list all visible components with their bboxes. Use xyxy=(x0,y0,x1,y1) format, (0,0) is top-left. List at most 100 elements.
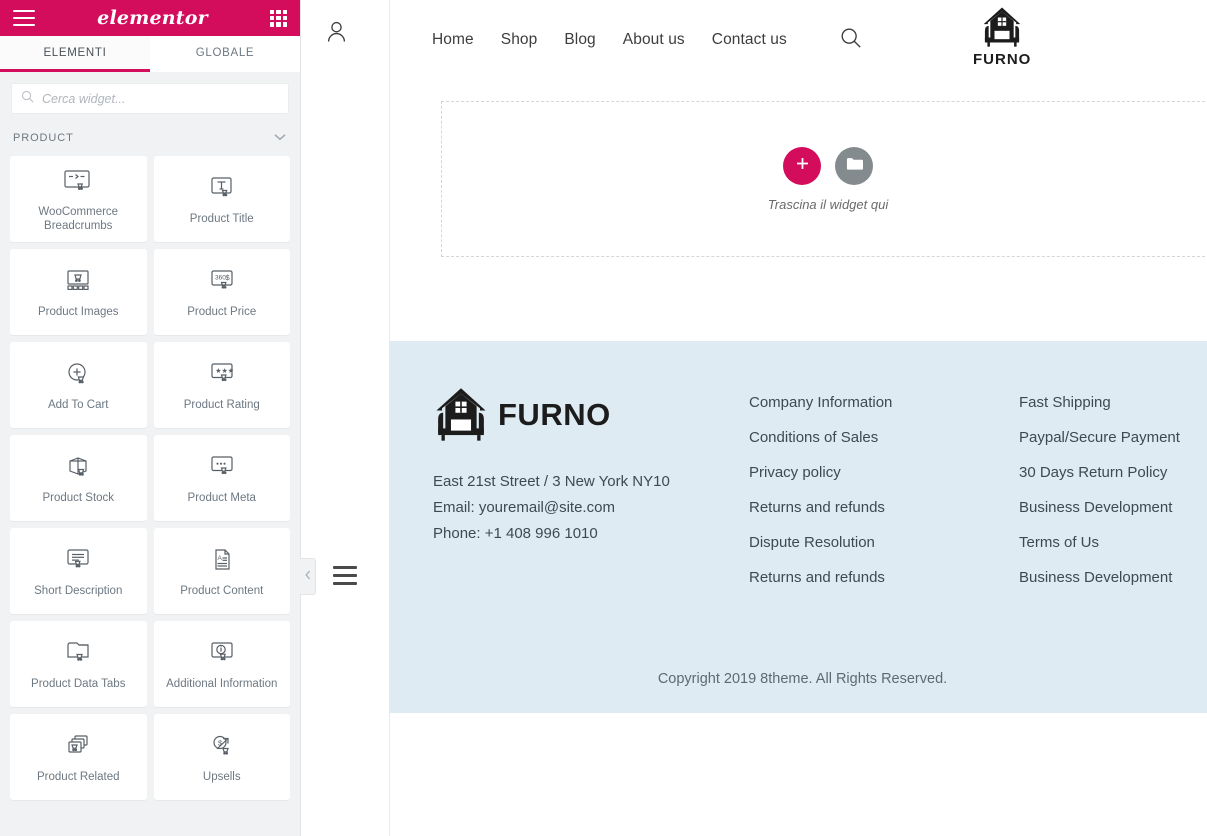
widget-label: Product Rating xyxy=(183,398,260,411)
widget-card-woocommerce-breadcrumbs[interactable]: WooCommerce Breadcrumbs xyxy=(10,156,147,242)
widget-label: Product Data Tabs xyxy=(31,677,126,690)
footer-logo[interactable]: FURNO xyxy=(433,386,749,444)
widget-label: Product Related xyxy=(37,770,120,783)
footer-address: East 21st Street / 3 New York NY10 xyxy=(433,473,670,490)
site-header: Home Shop Blog About us Contact us FURNO xyxy=(390,0,1207,80)
widget-card-add-to-cart[interactable]: Add To Cart xyxy=(10,342,147,428)
widget-card-product-price[interactable]: 360 $ Product Price xyxy=(153,249,290,335)
chevron-down-icon xyxy=(274,132,286,144)
search-input[interactable] xyxy=(42,91,279,106)
widget-label: Upsells xyxy=(202,770,241,783)
widget-card-product-content[interactable]: A Product Content xyxy=(153,528,290,614)
footer-copyright: Copyright 2019 8theme. All Rights Reserv… xyxy=(657,671,948,687)
related-widget-icon xyxy=(62,730,94,764)
dropzone-buttons xyxy=(783,146,873,185)
widget-card-product-data-tabs[interactable]: Product Data Tabs xyxy=(10,621,147,707)
preview-structure-hamburger-icon[interactable] xyxy=(333,566,357,585)
tab-elementi[interactable]: ELEMENTI xyxy=(0,36,150,72)
category-label: PRODUCT xyxy=(13,132,74,144)
footer-logo-text: FURNO xyxy=(498,397,611,432)
footer-link[interactable]: 30 Days Return Policy xyxy=(1019,456,1180,491)
footer-columns: FURNO East 21st Street / 3 New York NY10… xyxy=(433,386,1180,596)
widget-card-short-description[interactable]: Short Description xyxy=(10,528,147,614)
plus-icon xyxy=(795,156,810,176)
footer-link[interactable]: Privacy policy xyxy=(749,456,1019,491)
short-description-widget-icon xyxy=(62,544,94,578)
footer-link[interactable]: Fast Shipping xyxy=(1019,386,1180,421)
widget-grid: WooCommerce Breadcrumbs Product Title Pr… xyxy=(0,153,300,836)
footer-brand-column: FURNO East 21st Street / 3 New York NY10… xyxy=(433,386,749,596)
widget-card-product-meta[interactable]: Product Meta xyxy=(153,435,290,521)
search-icon[interactable] xyxy=(840,27,862,54)
widget-label: WooCommerce Breadcrumbs xyxy=(38,205,119,232)
widget-card-product-images[interactable]: Product Images xyxy=(10,249,147,335)
footer-link[interactable]: Terms of Us xyxy=(1019,526,1180,561)
images-widget-icon xyxy=(62,265,94,299)
footer-link[interactable]: Business Development xyxy=(1019,491,1180,526)
search-area xyxy=(0,72,300,123)
apps-grid-icon[interactable] xyxy=(269,9,287,27)
preview-content: Home Shop Blog About us Contact us FURNO… xyxy=(390,0,1207,836)
template-library-button[interactable] xyxy=(835,146,873,185)
folder-icon xyxy=(846,156,863,176)
add-section-button[interactable] xyxy=(783,146,821,185)
nav-link-home[interactable]: Home xyxy=(432,31,474,49)
widget-label: Product Content xyxy=(180,584,264,597)
panel-collapse-handle[interactable] xyxy=(300,558,316,595)
widget-card-upsells[interactable]: $ Upsells xyxy=(153,714,290,800)
elementor-editor: elementor ELEMENTI GLOBALE PRODUCT xyxy=(0,0,1207,836)
footer-link[interactable]: Company Information xyxy=(749,386,1019,421)
nav-link-shop[interactable]: Shop xyxy=(501,31,538,49)
widget-label: Product Title xyxy=(189,212,254,225)
widget-card-product-rating[interactable]: ★★★ Product Rating xyxy=(153,342,290,428)
footer-email: Email: youremail@site.com xyxy=(433,498,615,516)
svg-text:★★★: ★★★ xyxy=(215,367,234,375)
site-logo[interactable]: FURNO xyxy=(973,5,1031,68)
category-header-product[interactable]: PRODUCT xyxy=(0,123,300,153)
widget-label: Additional Information xyxy=(166,677,278,690)
search-box[interactable] xyxy=(11,83,289,114)
site-nav: Home Shop Blog About us Contact us xyxy=(432,27,862,54)
widget-label: Product Images xyxy=(37,305,119,318)
upsells-widget-icon: $ xyxy=(206,730,238,764)
widget-label: Product Price xyxy=(187,305,257,318)
footer-link[interactable]: Paypal/Secure Payment xyxy=(1019,421,1180,456)
widget-card-product-stock[interactable]: Product Stock xyxy=(10,435,147,521)
elementor-logo: elementor xyxy=(97,7,208,29)
chevron-left-icon xyxy=(304,570,311,583)
tab-globale[interactable]: GLOBALE xyxy=(150,36,300,72)
widget-dropzone[interactable]: Trascina il widget qui xyxy=(441,101,1207,257)
price-widget-icon: 360 $ xyxy=(206,265,238,299)
widget-card-product-related[interactable]: Product Related xyxy=(10,714,147,800)
nav-link-about-us[interactable]: About us xyxy=(623,31,685,49)
widget-card-product-title[interactable]: Product Title xyxy=(153,156,290,242)
furno-house-chair-logo xyxy=(983,7,1021,47)
info-widget-icon xyxy=(206,637,238,671)
furno-house-chair-logo xyxy=(436,388,486,441)
widget-card-additional-information[interactable]: Additional Information xyxy=(153,621,290,707)
footer-link[interactable]: Returns and refunds xyxy=(749,561,1019,596)
preview-area: Home Shop Blog About us Contact us FURNO… xyxy=(301,0,1207,836)
user-icon[interactable] xyxy=(327,21,346,48)
search-icon xyxy=(21,90,34,108)
content-widget-icon: A xyxy=(207,544,237,578)
widget-label: Short Description xyxy=(34,584,123,597)
footer-link[interactable]: Dispute Resolution xyxy=(749,526,1019,561)
svg-text:$: $ xyxy=(225,273,230,282)
footer-link[interactable]: Conditions of Sales xyxy=(749,421,1019,456)
nav-link-blog[interactable]: Blog xyxy=(564,31,595,49)
preview-left-gutter xyxy=(301,0,390,836)
breadcrumbs-widget-icon xyxy=(62,165,94,199)
site-logo-text: FURNO xyxy=(973,51,1032,68)
footer-phone: Phone: +1 408 996 1010 xyxy=(433,524,598,542)
nav-link-contact-us[interactable]: Contact us xyxy=(712,31,787,49)
panel-tabs: ELEMENTI GLOBALE xyxy=(0,36,300,72)
widget-label: Product Stock xyxy=(42,491,115,504)
footer-links-column-1: Company Information Conditions of Sales … xyxy=(749,386,1019,596)
hamburger-icon[interactable] xyxy=(13,10,35,26)
footer-link[interactable]: Business Development xyxy=(1019,561,1180,596)
stock-widget-icon xyxy=(62,451,94,485)
footer-link[interactable]: Returns and refunds xyxy=(749,491,1019,526)
svg-text:A: A xyxy=(217,555,222,562)
site-footer: FURNO East 21st Street / 3 New York NY10… xyxy=(390,341,1207,713)
